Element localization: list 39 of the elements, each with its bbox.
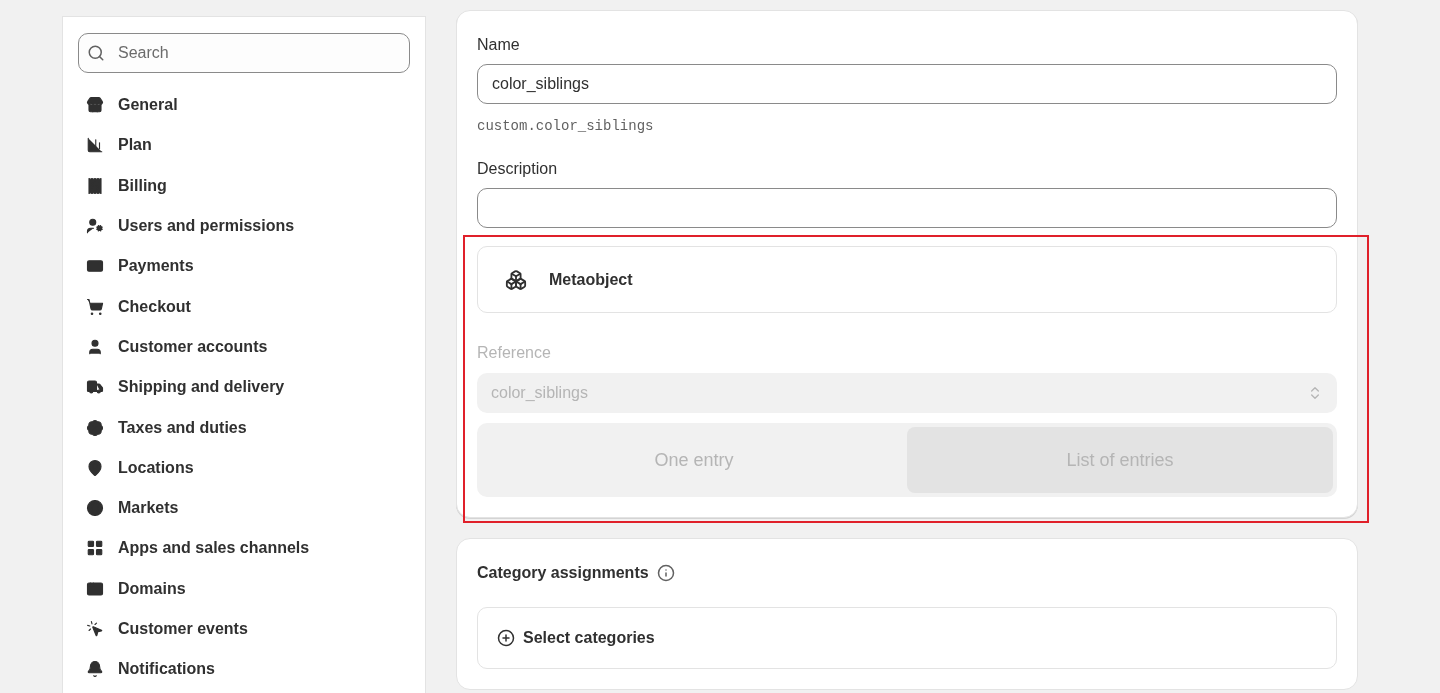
grid-icon <box>86 539 104 558</box>
field-label: Reference <box>477 343 552 363</box>
sidebar-item[interactable]: Payments <box>78 246 410 287</box>
sidebar-item[interactable]: Locations <box>78 447 410 488</box>
info-icon[interactable] <box>656 564 675 582</box>
receipt-icon <box>86 176 104 195</box>
sidebar-item[interactable]: Taxes and duties <box>78 407 410 448</box>
field-label: Name <box>477 35 521 55</box>
sidebar-item[interactable]: Users and permissions <box>78 205 410 247</box>
type-card[interactable]: Metaobject <box>477 246 1337 313</box>
sidebar-item[interactable]: Plan <box>78 125 410 166</box>
section-title: Category assignments <box>477 563 649 583</box>
sidebar-item[interactable]: Markets <box>78 487 410 529</box>
plus-circle-icon <box>497 629 515 647</box>
search-field[interactable]: Search <box>78 33 410 73</box>
sidebar-item[interactable]: Checkout <box>78 286 410 327</box>
select-categories-button[interactable]: Select categories <box>477 607 1337 669</box>
boxes-icon <box>505 268 527 291</box>
bell-icon <box>86 660 104 679</box>
store-icon <box>86 96 104 115</box>
sidebar-item[interactable]: Domains <box>78 568 410 609</box>
person-icon <box>86 337 104 356</box>
sidebar-item[interactable]: Shipping and delivery <box>78 367 410 408</box>
namespace-key: custom.color_siblings <box>477 116 1337 137</box>
map-pin-icon <box>86 458 104 477</box>
sidebar-item[interactable]: Notifications <box>78 649 410 690</box>
pointer-click-icon <box>86 620 104 638</box>
sidebar-item[interactable]: Billing <box>78 165 410 206</box>
cart-icon <box>86 297 104 316</box>
search-icon <box>87 44 105 62</box>
sidebar-item[interactable]: Customer events <box>78 608 410 650</box>
user-gear-icon <box>86 217 104 236</box>
sidebar-item[interactable]: Apps and sales channels <box>78 528 410 569</box>
name-field[interactable]: color_siblings <box>477 64 1337 104</box>
field-label: Description <box>477 159 559 179</box>
description-field[interactable] <box>477 188 1337 228</box>
truck-icon <box>86 378 104 397</box>
sidebar-item[interactable]: General <box>78 85 410 126</box>
sidebar-item[interactable]: Customer accounts <box>78 326 410 368</box>
